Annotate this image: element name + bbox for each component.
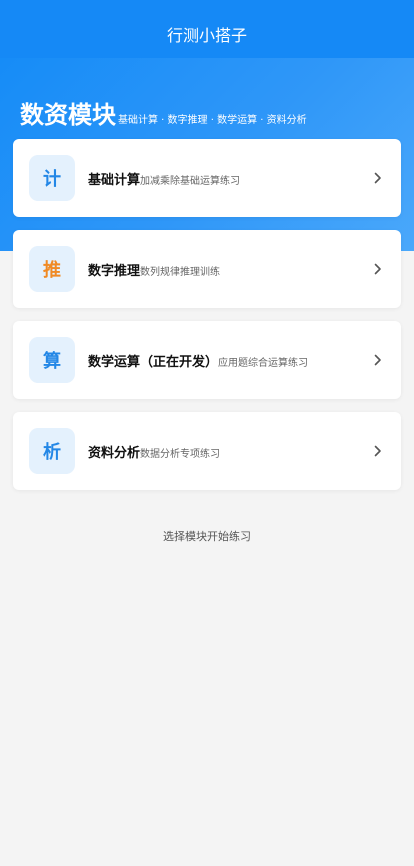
module-desc: 数据分析专项练习 [140, 448, 221, 460]
hero-title-row: 数资模块 基础计算 · 数字推理 · 数学运算 · 资料分析 [20, 95, 307, 130]
module-text: 数字推理 数列规律推理训练 [88, 260, 220, 279]
chevron-right-icon [371, 353, 385, 367]
module-name: 基础计算 [88, 172, 141, 188]
module-text: 资料分析 数据分析专项练习 [88, 442, 220, 461]
module-desc: 应用题综合运算练习 [218, 357, 309, 369]
module-text: 数学运算（正在开发） 应用题综合运算练习 [88, 351, 308, 370]
math-operations-icon: 算 [29, 337, 75, 383]
module-name: 数学运算（正在开发） [88, 354, 219, 370]
nav-bar: 行测小搭子 [0, 0, 414, 58]
page-subtitle: 基础计算 · 数字推理 · 数学运算 · 资料分析 [118, 115, 307, 126]
module-name: 资料分析 [88, 445, 141, 461]
module-text: 基础计算 加减乘除基础运算练习 [88, 169, 240, 188]
module-card-data-analysis[interactable]: 析 资料分析 数据分析专项练习 [13, 412, 401, 490]
chevron-right-icon [371, 262, 385, 276]
module-desc: 加减乘除基础运算练习 [140, 175, 241, 187]
chevron-right-icon [371, 444, 385, 458]
module-name: 数字推理 [88, 263, 141, 279]
module-card-number-reasoning[interactable]: 推 数字推理 数列规律推理训练 [13, 230, 401, 308]
module-desc: 数列规律推理训练 [140, 266, 221, 278]
chevron-right-icon [371, 171, 385, 185]
module-card-basic-calc[interactable]: 计 基础计算 加减乘除基础运算练习 [13, 139, 401, 217]
footer-hint: 选择模块开始练习 [163, 530, 251, 543]
basic-calc-icon: 计 [29, 155, 75, 201]
app-title: 行测小搭子 [166, 26, 247, 45]
module-list: 计 基础计算 加减乘除基础运算练习 推 数字推理 数列规律推理训练 算 数学运算… [13, 139, 401, 503]
data-analysis-icon: 析 [29, 428, 75, 474]
page-title: 数资模块 [20, 101, 116, 129]
number-reasoning-icon: 推 [29, 246, 75, 292]
module-card-math-operations[interactable]: 算 数学运算（正在开发） 应用题综合运算练习 [13, 321, 401, 399]
